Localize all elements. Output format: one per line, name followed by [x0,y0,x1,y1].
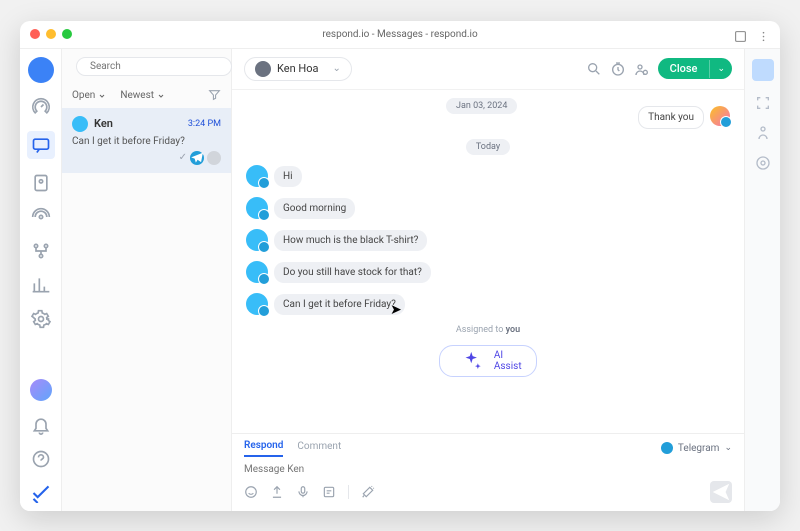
chevron-down-icon [157,92,165,100]
message-bubble: Hi [274,166,302,187]
inbox-panel: Open Newest Ken 3:24 PM Can I get it bef… [62,49,232,511]
voice-icon[interactable] [296,485,310,499]
incoming-message: Good morning [246,197,355,219]
incoming-message: Can I get it before Friday? [246,293,405,315]
message-bubble: Do you still have stock for that? [274,262,431,283]
assign-icon[interactable] [634,61,650,77]
nav-settings[interactable] [31,309,51,329]
agent-avatar [710,106,730,126]
nav-logo[interactable] [31,483,51,503]
tab-comment[interactable]: Comment [297,441,341,456]
chevron-down-icon: ⌄ [333,63,341,74]
window-title: respond.io - Messages - respond.io [20,29,780,40]
telegram-icon [661,442,673,454]
user-avatar[interactable] [30,379,52,401]
nav-messages[interactable] [27,131,55,159]
nav-dashboard[interactable] [31,97,51,117]
nav-help[interactable] [31,449,51,469]
tab-respond[interactable]: Respond [244,440,283,457]
message-bubble: How much is the black T-shirt? [274,230,427,251]
search-box[interactable] [76,57,232,76]
left-nav-rail [20,49,62,511]
app-window: respond.io - Messages - respond.io [20,21,780,511]
incoming-message: Do you still have stock for that? [246,261,431,283]
titlebar: respond.io - Messages - respond.io [20,21,780,49]
message-bubble: Thank you [638,106,704,129]
conversation-time: 3:24 PM [188,119,221,129]
chevron-down-icon: ⌄ [724,443,732,453]
sparkle-icon [454,350,488,373]
snooze-icon[interactable] [610,61,626,77]
incoming-message: Hi [246,165,302,187]
contact-avatar [246,229,268,251]
message-input[interactable] [244,458,732,481]
conversation-preview: Can I get it before Friday? [72,136,221,147]
read-receipt-icon: ✓ [179,152,187,163]
ai-assist-button[interactable]: AI Assist [439,345,536,378]
nav-broadcast[interactable] [31,207,51,227]
contact-selector[interactable]: Ken Hoa ⌄ [244,57,352,81]
expand-icon[interactable] [755,95,771,111]
workspace-avatar[interactable] [28,57,54,83]
nav-notifications[interactable] [31,415,51,435]
chat-header: Ken Hoa ⌄ Close ⌄ [232,49,744,90]
filter-sort[interactable]: Newest [120,90,165,101]
contact-avatar [255,61,271,77]
close-conversation-button[interactable]: Close ⌄ [658,58,732,79]
contact-avatar [246,261,268,283]
date-chip: Jan 03, 2024 [446,98,517,114]
search-input[interactable] [90,61,223,72]
nav-contacts[interactable] [31,173,51,193]
nav-workflows[interactable] [31,241,51,261]
date-chip: Today [466,139,510,155]
outgoing-message: Thank you [638,106,730,129]
message-bubble: Can I get it before Friday? [274,294,405,315]
contact-profile-icon[interactable] [752,59,774,81]
nav-reports[interactable] [31,275,51,295]
search-conversation-icon[interactable] [586,61,602,77]
contact-avatar [246,197,268,219]
app-body: Open Newest Ken 3:24 PM Can I get it bef… [20,49,780,511]
contact-avatar [246,293,268,315]
telegram-icon [190,151,204,165]
send-button[interactable] [710,481,732,503]
contact-name: Ken [94,117,113,130]
channel-selector[interactable]: Telegram ⌄ [661,442,732,454]
assignee-avatar [207,151,221,165]
emoji-icon[interactable] [244,485,258,499]
contact-name: Ken Hoa [277,62,319,75]
chevron-down-icon [98,92,106,100]
message-bubble: Good morning [274,198,355,219]
conversation-item[interactable]: Ken 3:24 PM Can I get it before Friday? … [62,108,231,173]
activity-icon[interactable] [755,125,771,141]
attach-icon[interactable] [270,485,284,499]
chat-panel: Ken Hoa ⌄ Close ⌄ Jan 03, 2024 Thank you [232,49,744,511]
contact-avatar [72,116,88,132]
contact-avatar [246,165,268,187]
settings-icon[interactable] [755,155,771,171]
snippet-icon[interactable] [322,485,336,499]
magic-icon[interactable] [361,485,375,499]
right-detail-rail [744,49,780,511]
incoming-message: How much is the black T-shirt? [246,229,427,251]
filter-funnel-icon[interactable] [208,88,221,104]
messages-scroll[interactable]: Jan 03, 2024 Thank you Today Hi Good mor… [232,90,744,433]
filter-status[interactable]: Open [72,90,106,101]
chevron-down-icon[interactable]: ⌄ [709,60,732,78]
assigned-note: Assigned to you [456,325,520,335]
composer: Respond Comment Telegram ⌄ [232,433,744,511]
